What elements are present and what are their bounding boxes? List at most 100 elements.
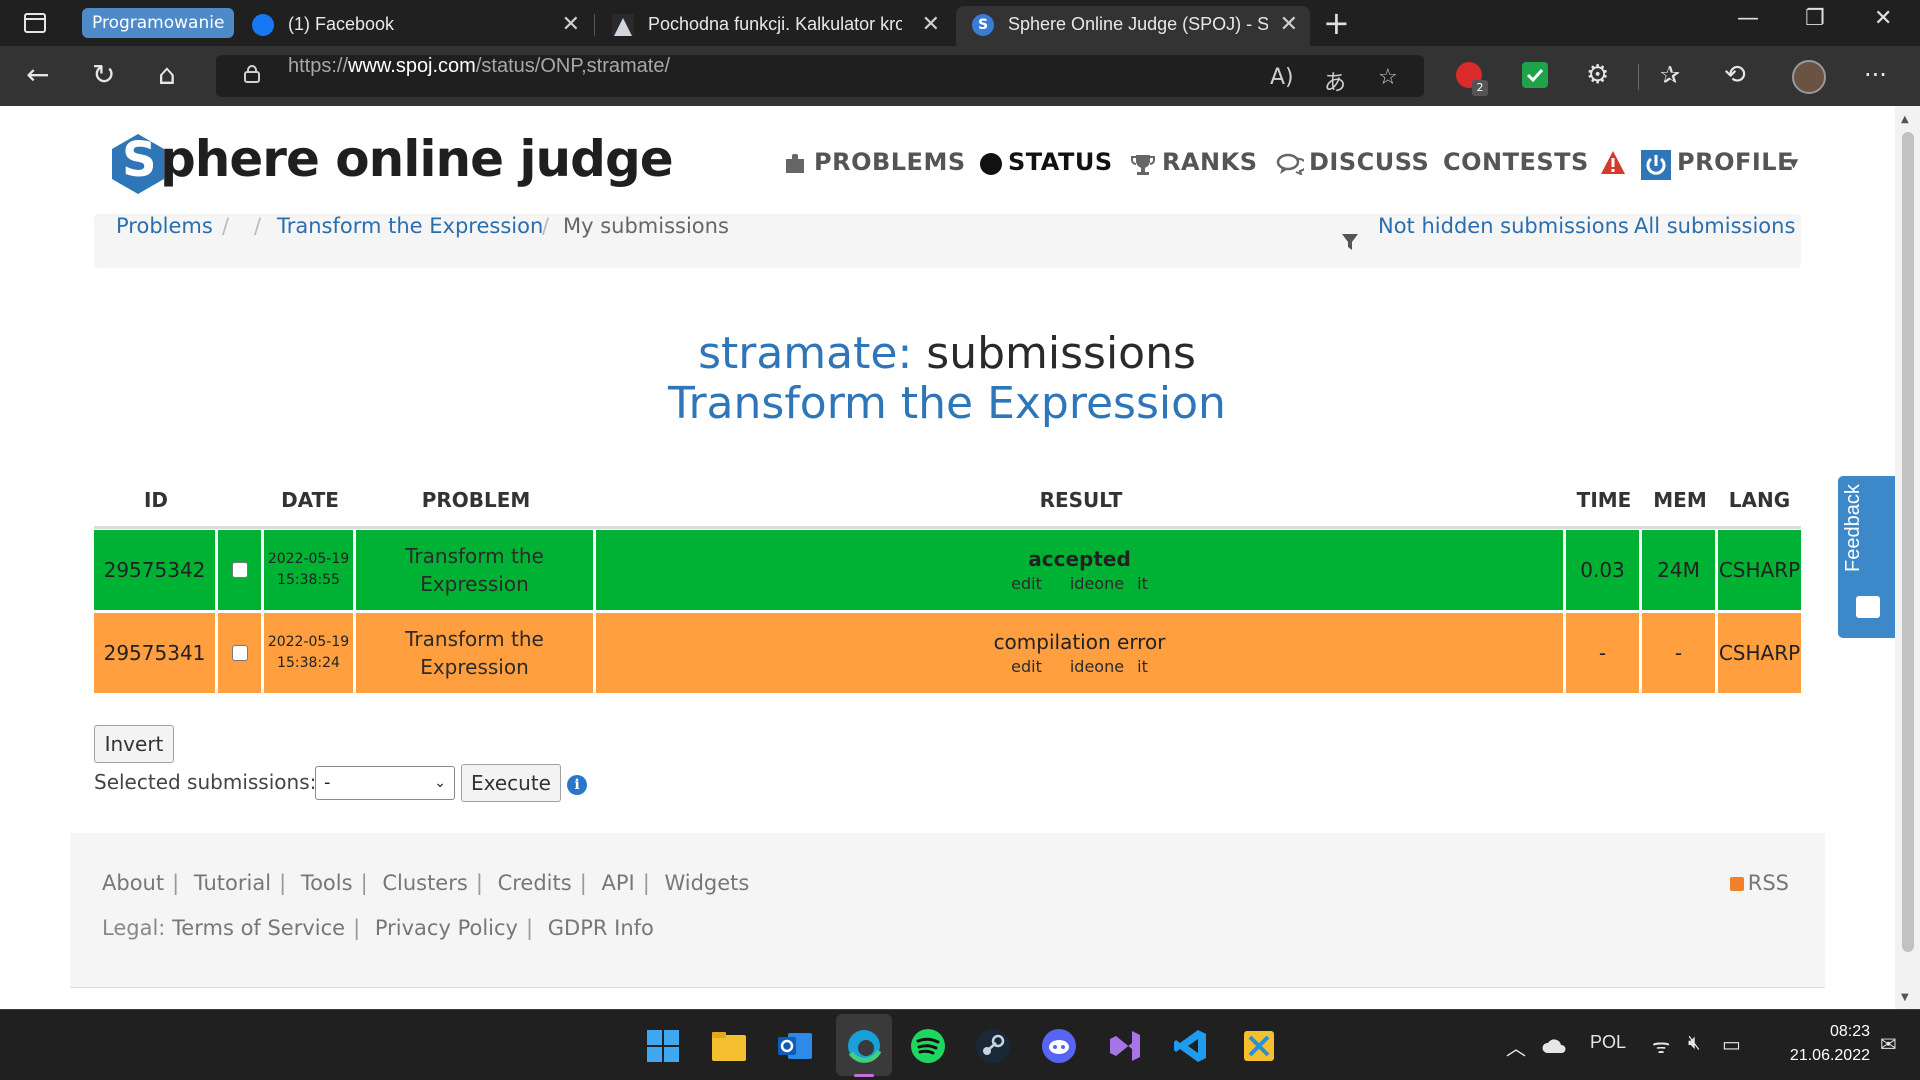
execute-button[interactable]: Execute — [461, 764, 561, 802]
nav-ranks[interactable]: RANKS — [1162, 148, 1258, 176]
wifi-icon[interactable]: ᯤ — [1652, 1032, 1670, 1059]
favorites-icon[interactable]: ✰ — [1660, 58, 1680, 92]
cell-select — [218, 613, 264, 693]
selected-submissions-label: Selected submissions: — [94, 770, 317, 794]
invert-button[interactable]: Invert — [94, 725, 174, 763]
new-tab-button[interactable]: + — [1323, 4, 1350, 42]
ideone-link[interactable]: ideone it — [1070, 657, 1148, 676]
onedrive-icon[interactable] — [1542, 1038, 1568, 1054]
tab-group-label[interactable]: Programowanie — [82, 8, 235, 38]
avatar[interactable] — [1792, 60, 1826, 94]
nav-contests[interactable]: CONTESTS — [1443, 148, 1589, 176]
tab-title: (1) Facebook — [288, 14, 395, 34]
notifications-icon[interactable]: ✉ — [1880, 1032, 1897, 1057]
cell-date: 2022-05-19 15:38:24 — [264, 613, 356, 693]
nav-profile[interactable]: PROFILE — [1677, 148, 1794, 176]
back-icon[interactable]: ← — [26, 58, 49, 92]
translate-icon[interactable]: あ — [1324, 65, 1346, 97]
battery-icon[interactable]: ▭ — [1722, 1032, 1741, 1057]
system-clock[interactable]: 08:23 21.06.2022 — [1790, 1020, 1870, 1068]
feedback-button[interactable]: Feedback — [1838, 476, 1895, 638]
scrollbar-thumb[interactable] — [1902, 132, 1914, 952]
read-aloud-icon[interactable]: A) — [1270, 65, 1294, 90]
minimize-button[interactable]: — — [1737, 6, 1759, 31]
edit-link[interactable]: edit — [1011, 657, 1042, 676]
edit-link[interactable]: edit — [1011, 574, 1042, 593]
spotify-icon[interactable] — [909, 1027, 947, 1065]
cell-problem[interactable]: Transform the Expression — [356, 530, 596, 610]
bulk-action-select[interactable]: - ⌄ — [315, 766, 455, 800]
home-icon[interactable]: ⌂ — [158, 58, 176, 92]
steam-icon[interactable] — [974, 1027, 1012, 1065]
cell-result: accepted edit ideone it — [596, 530, 1566, 610]
breadcrumb-problem[interactable]: Transform the Expression — [277, 214, 543, 238]
close-icon[interactable]: ✕ — [562, 6, 580, 42]
ideone-link[interactable]: ideone it — [1070, 574, 1148, 593]
clock-date: 21.06.2022 — [1789, 1047, 1870, 1064]
cell-problem[interactable]: Transform the Expression — [356, 613, 596, 693]
favorite-add-icon[interactable]: ☆ — [1378, 65, 1398, 90]
footer-clusters[interactable]: Clusters — [382, 871, 467, 895]
breadcrumb-problems[interactable]: Problems — [116, 214, 213, 238]
outlook-icon[interactable] — [776, 1027, 814, 1065]
footer-privacy[interactable]: Privacy Policy — [375, 916, 518, 940]
nav-discuss[interactable]: DISCUSS — [1309, 148, 1429, 176]
snipping-tool-icon[interactable] — [1240, 1027, 1278, 1065]
footer-about[interactable]: About — [102, 871, 164, 895]
chevron-down-icon[interactable]: ▼ — [1789, 156, 1798, 170]
footer-tutorial[interactable]: Tutorial — [194, 871, 271, 895]
circle-icon — [980, 153, 1002, 175]
warning-icon[interactable] — [1600, 150, 1626, 176]
edge-icon[interactable] — [845, 1027, 883, 1065]
feedback-label: Feedback — [1842, 484, 1864, 572]
table-row: 29575342 2022-05-19 15:38:55 Transform th… — [94, 530, 1801, 610]
row-checkbox[interactable] — [231, 562, 248, 578]
lock-icon[interactable] — [244, 65, 260, 83]
chat-icon — [1276, 153, 1304, 175]
close-icon[interactable]: ✕ — [1280, 6, 1298, 42]
nav-status[interactable]: STATUS — [1008, 148, 1113, 176]
tray-chevron-up-icon[interactable]: ︿ — [1506, 1032, 1526, 1061]
info-icon[interactable]: i — [567, 775, 587, 795]
extension-icon[interactable] — [1522, 62, 1548, 88]
tab-title: Sphere Online Judge (SPOJ) - Sta — [1008, 14, 1268, 34]
footer-gdpr[interactable]: GDPR Info — [548, 916, 654, 940]
page-scrollbar[interactable]: ▲ ▼ — [1895, 106, 1920, 1009]
col-header-date: DATE — [281, 488, 339, 512]
footer-api[interactable]: API — [601, 871, 634, 895]
discord-icon[interactable] — [1040, 1027, 1078, 1065]
language-indicator[interactable]: POL — [1590, 1032, 1626, 1053]
rss-link[interactable]: RSS — [1729, 871, 1789, 895]
tab-facebook[interactable]: (1) Facebook ✕ — [236, 6, 592, 46]
filter-not-hidden-link[interactable]: Not hidden submissions — [1378, 214, 1629, 238]
footer-widgets[interactable]: Widgets — [664, 871, 749, 895]
refresh-icon[interactable]: ↻ — [92, 58, 115, 92]
address-bar[interactable]: https://www.spoj.com/status/ONP,stramate… — [216, 55, 1424, 97]
restore-button[interactable]: ❐ — [1805, 6, 1825, 31]
page-title-user[interactable]: stramate: — [698, 328, 912, 379]
footer-terms[interactable]: Terms of Service — [172, 916, 345, 940]
footer-credits[interactable]: Credits — [498, 871, 572, 895]
row-checkbox[interactable] — [231, 645, 248, 661]
extension-icon[interactable]: ⚙ — [1586, 58, 1609, 92]
history-icon[interactable]: ⟲ — [1724, 58, 1746, 92]
rss-icon — [1729, 877, 1744, 891]
more-icon[interactable]: ··· — [1864, 58, 1887, 92]
tab-calculator[interactable]: Pochodna funkcji. Kalkulator krok ✕ — [596, 6, 952, 46]
cell-select — [218, 530, 264, 610]
volume-muted-icon[interactable]: 🔇︎ — [1688, 1032, 1701, 1055]
url-text[interactable]: https://www.spoj.com/status/ONP,stramate… — [288, 55, 670, 78]
close-window-button[interactable]: ✕ — [1874, 6, 1892, 31]
start-icon[interactable] — [644, 1027, 682, 1065]
tab-spoj[interactable]: S Sphere Online Judge (SPOJ) - Sta ✕ — [956, 6, 1310, 46]
tab-actions-icon[interactable] — [24, 13, 46, 33]
nav-problems[interactable]: PROBLEMS — [814, 148, 966, 176]
close-icon[interactable]: ✕ — [922, 6, 940, 42]
file-explorer-icon[interactable] — [710, 1027, 748, 1065]
filter-all-link[interactable]: All submissions — [1634, 214, 1795, 238]
vscode-icon[interactable] — [1172, 1027, 1210, 1065]
visual-studio-icon[interactable] — [1106, 1027, 1144, 1065]
page-subtitle[interactable]: Transform the Expression — [0, 378, 1894, 429]
trophy-icon — [1131, 155, 1155, 175]
footer-tools[interactable]: Tools — [301, 871, 353, 895]
